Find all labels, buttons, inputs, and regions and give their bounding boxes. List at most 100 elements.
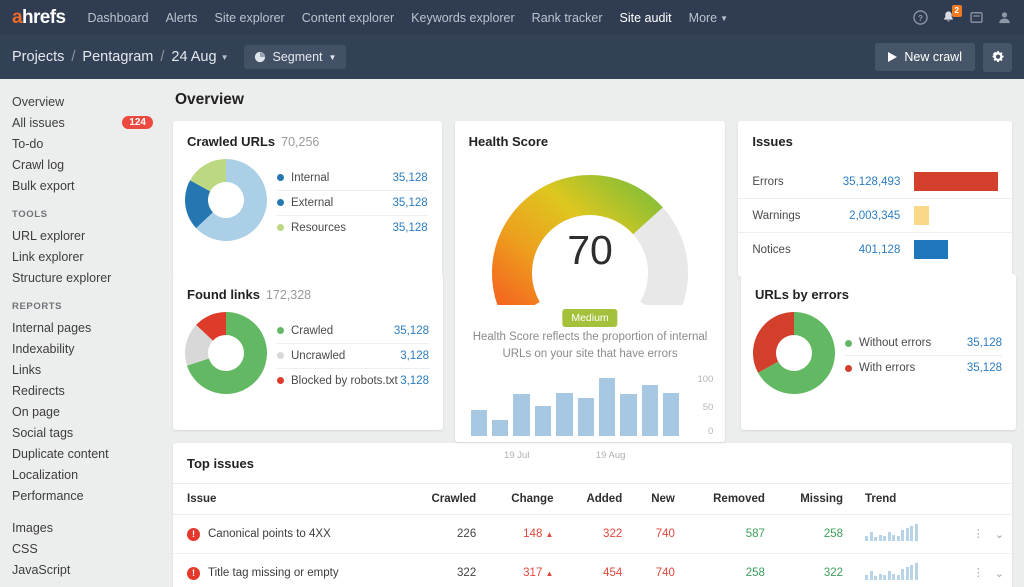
sidebar-item-bulk-export[interactable]: Bulk export bbox=[12, 175, 165, 196]
sparkline-bar bbox=[879, 535, 882, 541]
breadcrumb-date-selector[interactable]: 24 Aug▼ bbox=[171, 49, 228, 65]
sidebar-item-javascript[interactable]: JavaScript bbox=[12, 559, 165, 580]
legend-row[interactable]: Blocked by robots.txt3,128 bbox=[277, 369, 429, 393]
health-score-title: Health Score bbox=[455, 121, 726, 149]
legend-value: 35,128 bbox=[392, 222, 427, 234]
donut-svg bbox=[185, 159, 267, 241]
sidebar-item-to-do[interactable]: To-do bbox=[12, 133, 165, 154]
column-header-crawled[interactable]: Crawled bbox=[404, 484, 485, 515]
column-header-trend[interactable]: Trend bbox=[851, 484, 950, 515]
y-axis-tick: 50 bbox=[703, 402, 714, 413]
x-axis-label: 19 Aug bbox=[596, 450, 626, 461]
sidebar-item-performance[interactable]: Performance bbox=[12, 485, 165, 506]
cell-added: 322 bbox=[561, 515, 630, 554]
sidebar-item-label: Overview bbox=[12, 95, 153, 109]
nav-link-site-audit[interactable]: Site audit bbox=[620, 11, 672, 25]
nav-link-site-explorer[interactable]: Site explorer bbox=[215, 11, 285, 25]
sidebar-item-css[interactable]: CSS bbox=[12, 538, 165, 559]
sidebar-item-label: Performance bbox=[12, 489, 153, 503]
segment-button[interactable]: Segment ▼ bbox=[244, 45, 346, 69]
legend-row[interactable]: Internal35,128 bbox=[277, 166, 428, 191]
nav-link-label: Keywords explorer bbox=[411, 11, 515, 25]
breadcrumb-projects[interactable]: Projects bbox=[12, 49, 64, 65]
history-bar bbox=[620, 394, 636, 436]
chevron-down-icon[interactable]: ⌄ bbox=[995, 567, 1004, 580]
svg-text:?: ? bbox=[918, 13, 923, 23]
legend-row[interactable]: External35,128 bbox=[277, 191, 428, 216]
chevron-down-icon[interactable]: ⌄ bbox=[995, 528, 1004, 541]
help-icon[interactable]: ? bbox=[913, 10, 928, 25]
legend-label: Uncrawled bbox=[291, 350, 400, 362]
sidebar-item-links[interactable]: Links bbox=[12, 359, 165, 380]
issue-bar-track bbox=[914, 172, 998, 191]
cell-new: 740 bbox=[630, 554, 683, 587]
breadcrumb-project-name[interactable]: Pentagram bbox=[82, 49, 153, 65]
health-score-history-chart: 100500 19 Jul19 Aug bbox=[471, 372, 716, 450]
nav-link-more[interactable]: More▼ bbox=[689, 11, 728, 25]
sidebar-item-all-issues[interactable]: All issues124 bbox=[12, 112, 165, 133]
legend-value: 35,128 bbox=[392, 197, 427, 209]
cell-row-actions: ⋮⌄ bbox=[950, 554, 1012, 587]
sidebar-item-label: Redirects bbox=[12, 384, 153, 398]
account-icon[interactable] bbox=[997, 10, 1012, 25]
legend-row[interactable]: Without errors35,128 bbox=[845, 331, 1002, 356]
sidebar-item-indexability[interactable]: Indexability bbox=[12, 338, 165, 359]
column-header-added[interactable]: Added bbox=[561, 484, 630, 515]
nav-link-keywords-explorer[interactable]: Keywords explorer bbox=[411, 11, 515, 25]
more-options-icon[interactable]: ⋮ bbox=[973, 529, 984, 540]
column-header-change[interactable]: Change bbox=[484, 484, 561, 515]
column-header-new[interactable]: New bbox=[630, 484, 683, 515]
sidebar-item-structure-explorer[interactable]: Structure explorer bbox=[12, 267, 165, 288]
sidebar-item-duplicate-content[interactable]: Duplicate content bbox=[12, 443, 165, 464]
issue-row-notices[interactable]: Notices401,128 bbox=[738, 233, 1012, 266]
health-score-rating-badge: Medium bbox=[562, 309, 617, 327]
sidebar-item-redirects[interactable]: Redirects bbox=[12, 380, 165, 401]
nav-link-rank-tracker[interactable]: Rank tracker bbox=[532, 11, 603, 25]
sidebar-item-label: JavaScript bbox=[12, 563, 153, 577]
column-header-issue[interactable]: Issue bbox=[173, 484, 404, 515]
sidebar-item-localization[interactable]: Localization bbox=[12, 464, 165, 485]
breadcrumb-separator-2: / bbox=[160, 49, 164, 65]
sparkline-bar bbox=[910, 565, 913, 580]
sidebar-item-crawl-log[interactable]: Crawl log bbox=[12, 154, 165, 175]
notifications-icon[interactable]: 2 bbox=[941, 10, 956, 25]
cell-added: 454 bbox=[561, 554, 630, 587]
cell-issue: !Canonical points to 4XX bbox=[173, 515, 404, 554]
more-options-icon[interactable]: ⋮ bbox=[973, 568, 984, 579]
legend-color-dot bbox=[845, 365, 852, 372]
table-row[interactable]: !Title tag missing or empty322317 ▲45474… bbox=[173, 554, 1012, 587]
sidebar-item-internal-pages[interactable]: Internal pages bbox=[12, 317, 165, 338]
legend-color-dot bbox=[845, 340, 852, 347]
sidebar-item-on-page[interactable]: On page bbox=[12, 401, 165, 422]
sidebar-item-social-tags[interactable]: Social tags bbox=[12, 422, 165, 443]
issue-name: Title tag missing or empty bbox=[208, 567, 339, 579]
ahrefs-logo[interactable]: ahrefs bbox=[12, 7, 65, 29]
nav-link-alerts[interactable]: Alerts bbox=[166, 11, 198, 25]
crawled-urls-card: Crawled URLs70,256 Internal35,128Externa… bbox=[173, 121, 442, 277]
issue-row-errors[interactable]: Errors35,128,493 bbox=[738, 165, 1012, 199]
settings-button[interactable] bbox=[983, 43, 1012, 72]
legend-row[interactable]: Crawled35,128 bbox=[277, 319, 429, 344]
nav-link-dashboard[interactable]: Dashboard bbox=[87, 11, 148, 25]
issue-row-warnings[interactable]: Warnings2,003,345 bbox=[738, 199, 1012, 233]
sidebar-item-label: All issues bbox=[12, 116, 122, 130]
history-bar bbox=[578, 398, 594, 436]
nav-link-content-explorer[interactable]: Content explorer bbox=[302, 11, 394, 25]
sidebar-item-images[interactable]: Images bbox=[12, 517, 165, 538]
legend-row[interactable]: With errors35,128 bbox=[845, 356, 1002, 380]
legend-color-dot bbox=[277, 377, 284, 384]
sidebar-item-overview[interactable]: Overview bbox=[12, 91, 165, 112]
sidebar-item-link-explorer[interactable]: Link explorer bbox=[12, 246, 165, 267]
y-axis-tick: 0 bbox=[708, 426, 713, 437]
issue-label: Notices bbox=[752, 244, 818, 256]
messages-icon[interactable] bbox=[969, 10, 984, 25]
cell-crawled: 226 bbox=[404, 515, 485, 554]
column-header-removed[interactable]: Removed bbox=[683, 484, 773, 515]
sidebar-item-url-explorer[interactable]: URL explorer bbox=[12, 225, 165, 246]
legend-row[interactable]: Uncrawled3,128 bbox=[277, 344, 429, 369]
table-row[interactable]: !Canonical points to 4XX226148 ▲32274058… bbox=[173, 515, 1012, 554]
health-score-gauge: 70 Medium bbox=[475, 155, 705, 305]
column-header-missing[interactable]: Missing bbox=[773, 484, 851, 515]
legend-row[interactable]: Resources35,128 bbox=[277, 216, 428, 240]
new-crawl-button[interactable]: New crawl bbox=[875, 43, 975, 71]
